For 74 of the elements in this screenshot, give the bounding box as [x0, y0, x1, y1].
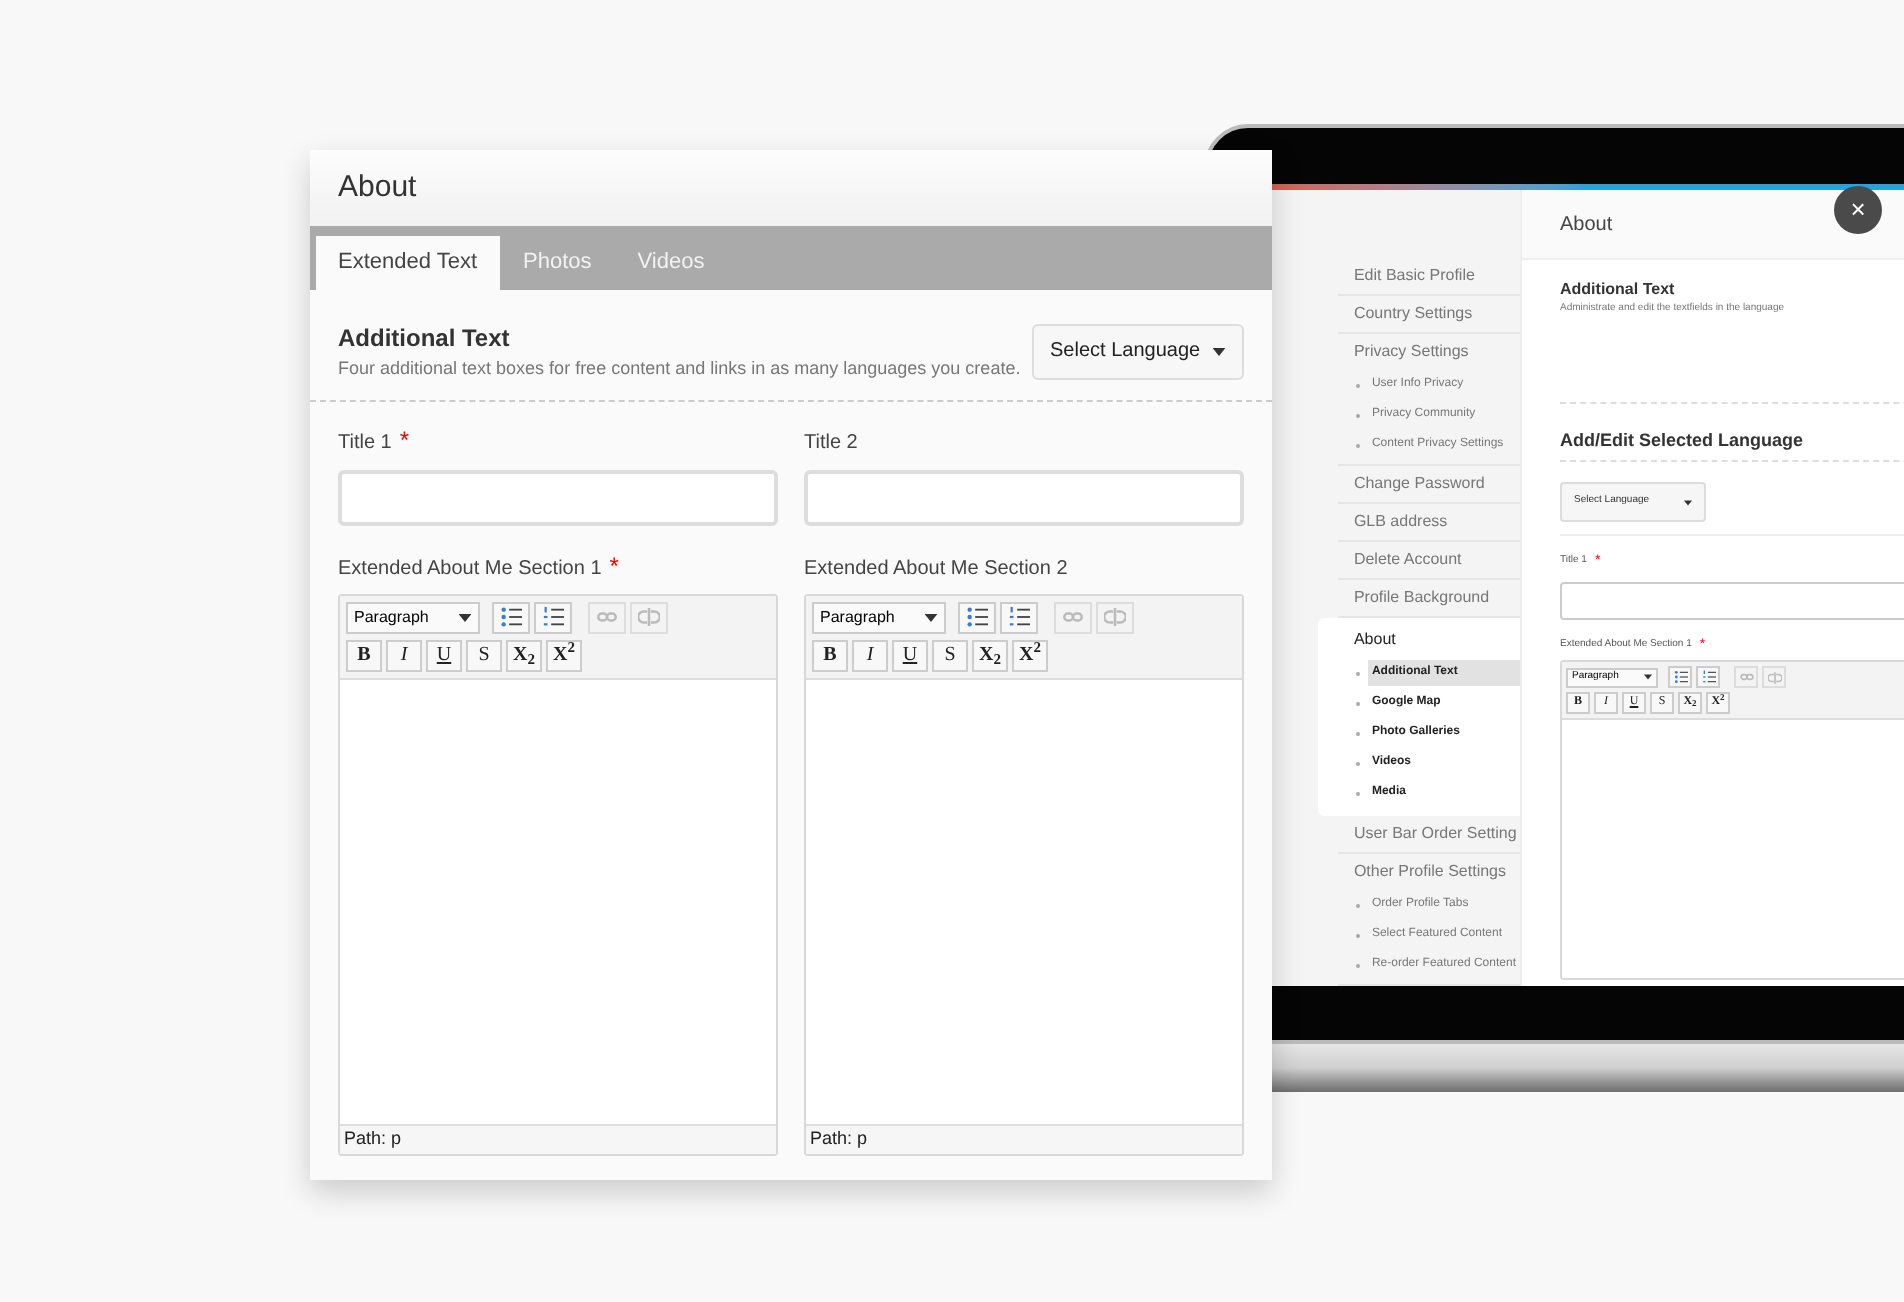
numbered-list-button[interactable] [534, 601, 572, 633]
format-dropdown[interactable]: Paragraph [812, 601, 946, 633]
caret-icon [1684, 499, 1692, 505]
pane-title: About [1560, 211, 1613, 239]
bulleted-list-icon [500, 606, 522, 628]
unlink-icon [1104, 608, 1126, 626]
sidebar-item[interactable]: Privacy Settings [1337, 334, 1520, 370]
strike-button[interactable]: S [466, 639, 502, 671]
field-label: Title 2 [804, 429, 858, 457]
format-dropdown[interactable]: Paragraph [346, 601, 480, 633]
unlink-icon [1767, 671, 1781, 683]
tab[interactable]: Extended Text [316, 236, 500, 290]
numbered-list-button[interactable] [1696, 666, 1720, 688]
italic-button[interactable]: I [386, 639, 422, 671]
sidebar-item[interactable]: User Bar Order Setting [1337, 816, 1520, 852]
language-dropdown[interactable]: Select Language [1032, 323, 1244, 380]
required-marker: * [609, 553, 619, 577]
dialog-title: About [338, 167, 417, 208]
link-icon [1062, 610, 1084, 624]
caret-icon [1212, 347, 1226, 356]
bulleted-list-button[interactable] [1668, 666, 1692, 688]
unlink-button[interactable] [1096, 601, 1134, 633]
caret-icon [458, 613, 472, 621]
link-button[interactable] [1734, 666, 1758, 688]
bulleted-list-button[interactable] [492, 601, 530, 633]
sidebar-item[interactable]: About [1337, 622, 1520, 658]
format-label: Paragraph [820, 605, 895, 629]
format-label: Paragraph [354, 605, 429, 629]
pane-section-title: Additional Text [1560, 278, 1677, 302]
editor-path-bar: Path: p [340, 1124, 776, 1154]
section-title: Additional Text [338, 322, 512, 356]
field-label: Extended About Me Section 2 [804, 555, 1068, 583]
title-input[interactable] [338, 469, 778, 525]
sup-button[interactable]: X$^{2}$ [546, 639, 582, 671]
unlink-button[interactable] [1762, 666, 1786, 688]
bulleted-list-button[interactable] [958, 601, 996, 633]
underline-button[interactable]: U [892, 639, 928, 671]
field-label: Extended About Me Section 1 [338, 555, 602, 583]
bold-button[interactable]: B [346, 639, 382, 671]
pane-title-input[interactable] [1560, 581, 1904, 619]
editor-path-bar: Path: p [806, 1124, 1242, 1154]
sup-button[interactable]: X$^{2}$ [1012, 639, 1048, 671]
sidebar-item[interactable]: Other Profile Settings [1337, 854, 1520, 890]
sub-button[interactable]: X$_{2}$ [506, 639, 542, 671]
link-button[interactable] [1054, 601, 1092, 633]
underline-button[interactable]: U [426, 639, 462, 671]
field-label: Title 1 [338, 429, 392, 457]
link-icon [596, 610, 618, 624]
sidebar-item[interactable]: Edit Basic Profile [1337, 258, 1520, 294]
section-description: Four additional text boxes for free content and links in as many languages you create. [338, 356, 1021, 382]
required-marker: * [399, 427, 410, 451]
sub-button[interactable]: X$_{2}$ [972, 639, 1008, 671]
numbered-list-button[interactable] [1000, 601, 1038, 633]
caret-icon [924, 613, 938, 621]
bold-button[interactable]: B [812, 639, 848, 671]
title-input[interactable] [804, 469, 1244, 525]
sidebar-item[interactable]: Profile Background [1337, 580, 1520, 616]
sidebar-item[interactable]: GLB address [1337, 504, 1520, 540]
bulleted-list-icon [1673, 670, 1687, 684]
sidebar-item[interactable]: Delete Account [1337, 542, 1520, 578]
unlink-icon [638, 608, 660, 626]
italic-button[interactable]: I [852, 639, 888, 671]
caret-icon [1644, 674, 1652, 680]
numbered-list-icon [1701, 670, 1715, 684]
link-icon [1739, 672, 1753, 682]
numbered-list-icon [542, 606, 564, 628]
strike-button[interactable]: S [932, 639, 968, 671]
unlink-button[interactable] [630, 601, 668, 633]
pane-subheading: Add/Edit Selected Language [1560, 427, 1904, 462]
link-button[interactable] [588, 601, 626, 633]
bulleted-list-icon [966, 606, 988, 628]
numbered-list-icon [1008, 606, 1030, 628]
sidebar-item[interactable]: Change Password [1337, 466, 1520, 502]
sidebar-item[interactable]: Country Settings [1337, 296, 1520, 332]
